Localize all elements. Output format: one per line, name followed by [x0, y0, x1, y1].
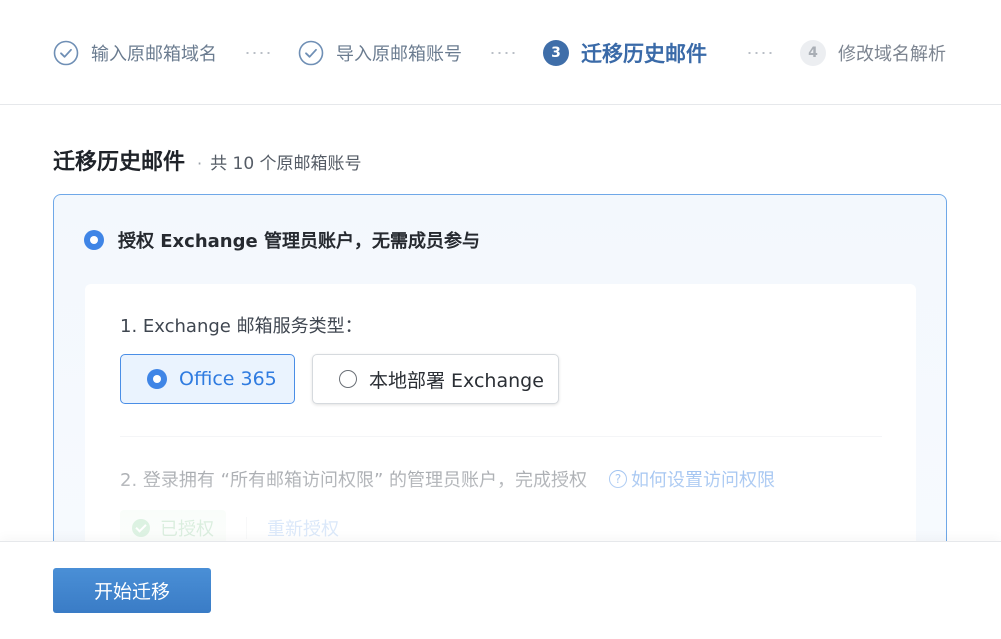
radio-unselected-icon	[339, 370, 357, 388]
step-label: 导入原邮箱账号	[336, 44, 462, 65]
start-migration-button[interactable]: 开始迁移	[53, 568, 211, 613]
authorized-text: 已授权	[160, 519, 214, 540]
progress-stepper: 输入原邮箱域名 导入原邮箱账号 3 迁移历史邮件 4 修改域名解析	[0, 0, 1001, 105]
help-link-text: 如何设置访问权限	[631, 470, 775, 491]
step-2: 导入原邮箱账号	[298, 38, 462, 68]
check-circle-icon	[298, 40, 324, 66]
step-label: 迁移历史邮件	[581, 42, 707, 66]
step-connector	[489, 52, 517, 54]
step-4: 4 修改域名解析	[800, 38, 946, 68]
step-number: 4	[800, 40, 826, 66]
reauthorize-link[interactable]: 重新授权	[267, 515, 339, 541]
footer-bar: 开始迁移	[0, 541, 1001, 639]
check-icon	[132, 519, 150, 537]
radio-selected-icon[interactable]	[84, 230, 104, 250]
service-type-label: 1. Exchange 邮箱服务类型：	[120, 316, 363, 337]
step-connector	[746, 52, 774, 54]
instruction-text: 2. 登录拥有 “所有邮箱访问权限” 的管理员账户，完成授权	[120, 470, 587, 491]
check-circle-icon	[53, 40, 79, 66]
option-label: 授权 Exchange 管理员账户，无需成员参与	[118, 231, 480, 252]
step-number: 3	[543, 40, 569, 66]
step-3: 3 迁移历史邮件	[543, 38, 707, 68]
access-help-link[interactable]: ? 如何设置访问权限	[609, 466, 775, 492]
on-premise-exchange-option[interactable]: 本地部署 Exchange	[312, 354, 559, 404]
office365-option[interactable]: Office 365	[120, 354, 295, 404]
divider	[120, 436, 882, 437]
step-label: 修改域名解析	[838, 44, 946, 65]
radio-selected-icon	[147, 369, 167, 389]
migration-page: 输入原邮箱域名 导入原邮箱账号 3 迁移历史邮件 4 修改域名解析 迁移历史邮件…	[0, 0, 1001, 639]
question-icon: ?	[609, 470, 627, 488]
step-1: 输入原邮箱域名	[53, 38, 217, 68]
divider	[246, 517, 247, 539]
option-header[interactable]: 授权 Exchange 管理员账户，无需成员参与	[84, 227, 480, 253]
title-separator: ·	[197, 154, 203, 173]
section-header: 迁移历史邮件 · 共 10 个原邮箱账号	[53, 144, 362, 176]
option-text: 本地部署 Exchange	[369, 369, 544, 392]
step-label: 输入原邮箱域名	[91, 44, 217, 65]
account-count: 共 10 个原邮箱账号	[210, 154, 362, 174]
admin-login-instruction: 2. 登录拥有 “所有邮箱访问权限” 的管理员账户，完成授权 ? 如何设置访问权…	[120, 466, 775, 492]
step-connector	[244, 52, 272, 54]
option-text: Office 365	[179, 368, 277, 390]
page-title: 迁移历史邮件	[53, 150, 186, 175]
